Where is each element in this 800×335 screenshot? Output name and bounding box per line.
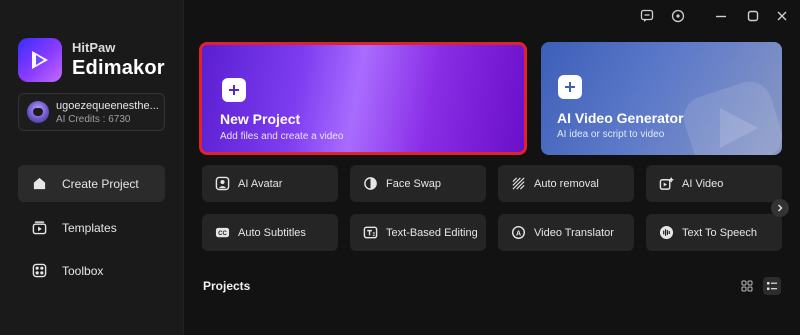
brand-area: HitPaw Edimakor xyxy=(18,38,165,82)
settings-icon[interactable] xyxy=(671,9,685,23)
face-swap-icon xyxy=(362,176,378,192)
close-icon[interactable] xyxy=(775,9,789,23)
tool-label: Text-Based Editing xyxy=(386,226,478,239)
tool-face-swap[interactable]: Face Swap xyxy=(350,165,486,202)
tool-auto-removal[interactable]: Auto removal xyxy=(498,165,634,202)
new-project-card[interactable]: New Project Add files and create a video xyxy=(199,42,527,155)
sidebar-item-label: Templates xyxy=(62,220,117,235)
minimize-icon[interactable] xyxy=(714,9,728,23)
brand-name-small: HitPaw xyxy=(72,40,116,55)
tool-ai-avatar[interactable]: AI Avatar xyxy=(202,165,338,202)
grid-view-button[interactable] xyxy=(738,277,756,295)
sidebar-item-label: Create Project xyxy=(62,176,139,191)
svg-text:CC: CC xyxy=(218,230,227,237)
tool-text-based-editing[interactable]: Text-Based Editing xyxy=(350,214,486,251)
new-project-subtitle: Add files and create a video xyxy=(220,131,344,142)
speech-icon xyxy=(658,225,674,241)
sidebar-item-toolbox[interactable]: Toolbox xyxy=(18,252,165,289)
plus-icon xyxy=(558,75,582,99)
toolbox-icon xyxy=(31,263,47,279)
decorative-play-icon xyxy=(683,81,782,155)
tool-label: Video Translator xyxy=(534,226,614,239)
scroll-right-button[interactable] xyxy=(771,199,789,217)
ai-video-generator-title: AI Video Generator xyxy=(557,110,684,126)
sidebar-item-templates[interactable]: Templates xyxy=(18,209,165,246)
list-view-icon xyxy=(767,282,777,290)
brand-name-large: Edimakor xyxy=(72,57,165,79)
templates-icon xyxy=(31,220,47,236)
account-card[interactable]: ugoezequeenesthe... AI Credits : 6730 xyxy=(18,93,165,131)
sidebar: HitPaw Edimakor ugoezequeenesthe... AI C… xyxy=(0,0,184,335)
tool-text-to-speech[interactable]: Text To Speech xyxy=(646,214,782,251)
maximize-icon[interactable] xyxy=(746,9,760,23)
tool-label: Auto Subtitles xyxy=(238,226,306,239)
avatar xyxy=(27,101,49,123)
ai-video-generator-card[interactable]: AI Video Generator AI idea or script to … xyxy=(541,42,782,155)
ai-video-generator-subtitle: AI idea or script to video xyxy=(557,129,665,140)
tool-ai-video[interactable]: AI Video xyxy=(646,165,782,202)
app-logo xyxy=(18,38,62,82)
sidebar-item-create-project[interactable]: Create Project xyxy=(18,165,165,202)
projects-heading: Projects xyxy=(203,279,251,293)
ai-credits: AI Credits : 6730 xyxy=(56,113,131,125)
tool-video-translator[interactable]: A Video Translator xyxy=(498,214,634,251)
tool-label: Face Swap xyxy=(386,177,442,190)
chevron-right-icon xyxy=(778,204,783,212)
list-view-button[interactable] xyxy=(763,277,781,295)
play-triangle-icon xyxy=(32,51,48,69)
feedback-icon[interactable] xyxy=(640,9,654,23)
plus-icon xyxy=(222,78,246,102)
tool-label: AI Video xyxy=(682,177,724,190)
tool-auto-subtitles[interactable]: CC Auto Subtitles xyxy=(202,214,338,251)
grid-view-icon xyxy=(741,280,753,292)
tool-label: AI Avatar xyxy=(238,177,283,190)
account-name: ugoezequeenesthe... xyxy=(56,99,159,112)
sidebar-item-label: Toolbox xyxy=(62,263,104,278)
cc-icon: CC xyxy=(214,225,230,241)
auto-removal-icon xyxy=(510,176,526,192)
avatar-icon xyxy=(214,176,230,192)
home-icon xyxy=(31,176,47,192)
tool-label: Auto removal xyxy=(534,177,599,190)
tool-label: Text To Speech xyxy=(682,226,758,239)
svg-text:A: A xyxy=(515,230,520,237)
ai-video-icon xyxy=(658,176,674,192)
text-edit-icon xyxy=(362,225,378,241)
translate-icon: A xyxy=(510,225,526,241)
new-project-title: New Project xyxy=(220,111,301,127)
